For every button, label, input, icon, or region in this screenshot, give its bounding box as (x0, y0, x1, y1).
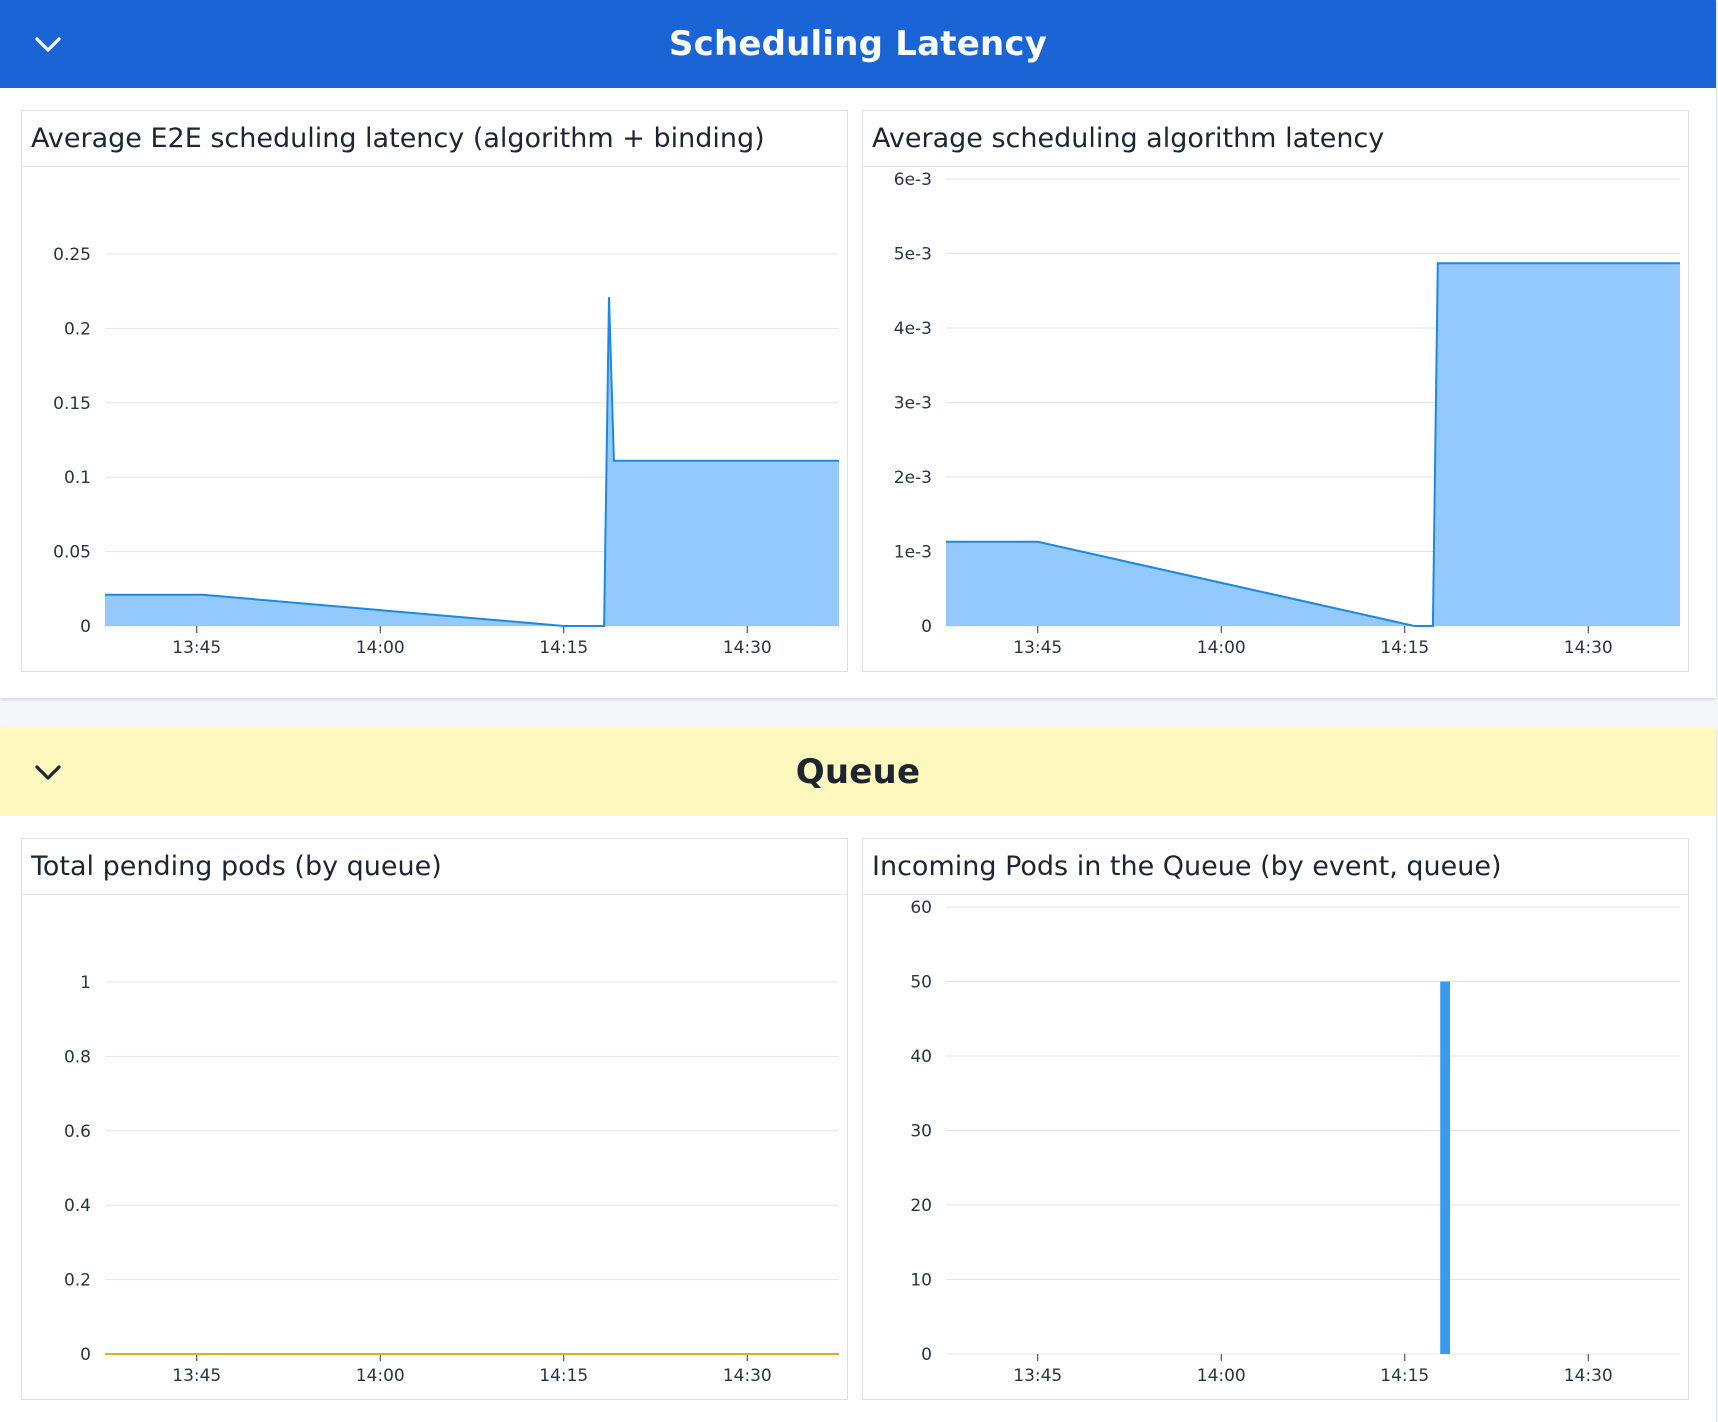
panel-header[interactable]: Total pending pods (by queue) (22, 839, 847, 895)
y-tick-label: 2e-3 (894, 468, 932, 488)
y-tick-label: 1 (80, 973, 91, 993)
x-tick-label: 14:00 (356, 1366, 405, 1386)
y-tick-label: 60 (910, 898, 932, 918)
section-queue: Queue Total pending pods (by queue) 0 0.2… (0, 728, 1716, 1422)
y-tick-label: 0 (80, 617, 91, 637)
panel-incoming-pods[interactable]: Incoming Pods in the Queue (by event, qu… (862, 838, 1689, 1400)
y-tick-label: 0.25 (53, 245, 91, 265)
y-tick-label: 0.8 (64, 1047, 91, 1067)
y-tick-label: 0.6 (64, 1122, 91, 1142)
bar (1440, 981, 1451, 1354)
section-title: Scheduling Latency (668, 24, 1048, 64)
x-tick-label: 14:15 (1380, 638, 1429, 658)
panel-e2e-latency[interactable]: Average E2E scheduling latency (algorith… (21, 110, 848, 672)
chart-e2e-latency[interactable]: 0 0.05 0.1 0.15 0.2 0.25 13:45 14:00 14:15 14:30 (22, 167, 847, 671)
panel-algorithm-latency[interactable]: Average scheduling algorithm latency 0 1e… (862, 110, 1689, 672)
series-area (946, 263, 1680, 626)
chevron-down-icon[interactable] (30, 754, 66, 790)
section-title: Queue (795, 752, 921, 792)
x-tick-label: 13:45 (172, 638, 221, 658)
panel-title: Average scheduling algorithm latency (872, 123, 1385, 154)
y-tick-label: 30 (910, 1122, 932, 1142)
x-tick-label: 13:45 (1013, 1366, 1062, 1386)
x-tick-label: 14:15 (539, 638, 588, 658)
y-tick-label: 10 (910, 1271, 932, 1291)
y-tick-label: 0 (921, 617, 932, 637)
y-tick-label: 0.15 (53, 394, 91, 414)
y-tick-label: 0 (921, 1345, 932, 1365)
y-tick-label: 40 (910, 1047, 932, 1067)
x-tick-label: 14:30 (723, 1366, 772, 1386)
section-header[interactable]: Scheduling Latency (0, 0, 1716, 88)
x-tick-label: 14:30 (1564, 638, 1613, 658)
panel-pending-pods[interactable]: Total pending pods (by queue) 0 0.2 0.4 0.6… (21, 838, 848, 1400)
x-tick-label: 14:15 (539, 1366, 588, 1386)
chevron-down-icon[interactable] (30, 26, 66, 62)
chart-incoming-pods[interactable]: 0 10 20 30 40 50 60 13:45 14:00 14:15 14:30 (863, 895, 1688, 1399)
y-tick-label: 0.2 (64, 1271, 91, 1291)
y-tick-label: 6e-3 (894, 170, 932, 190)
x-tick-label: 14:00 (1197, 1366, 1246, 1386)
section-scheduling-latency: Scheduling Latency Average E2E schedulin… (0, 0, 1716, 698)
y-tick-label: 20 (910, 1196, 932, 1216)
x-tick-label: 14:30 (1564, 1366, 1613, 1386)
y-tick-label: 3e-3 (894, 394, 932, 414)
chart-algorithm-latency[interactable]: 0 1e-3 2e-3 3e-3 4e-3 5e-3 6e-3 13:45 14:00 14:15… (863, 167, 1688, 671)
panel-title: Total pending pods (by queue) (31, 851, 442, 882)
y-tick-label: 5e-3 (894, 245, 932, 265)
y-tick-label: 4e-3 (894, 319, 932, 339)
y-tick-label: 0.4 (64, 1196, 91, 1216)
y-tick-label: 50 (910, 973, 932, 993)
y-tick-label: 0.05 (53, 543, 91, 563)
x-tick-label: 13:45 (172, 1366, 221, 1386)
panel-header[interactable]: Average scheduling algorithm latency (863, 111, 1688, 167)
y-tick-label: 1e-3 (894, 543, 932, 563)
panel-header[interactable]: Average E2E scheduling latency (algorith… (22, 111, 847, 167)
x-tick-label: 13:45 (1013, 638, 1062, 658)
panel-title: Average E2E scheduling latency (algorith… (31, 123, 765, 154)
panel-title: Incoming Pods in the Queue (by event, qu… (872, 851, 1502, 882)
x-tick-label: 14:00 (1197, 638, 1246, 658)
y-tick-label: 0 (80, 1345, 91, 1365)
y-tick-label: 0.1 (64, 468, 91, 488)
y-tick-label: 0.2 (64, 319, 91, 339)
x-tick-label: 14:30 (723, 638, 772, 658)
x-tick-label: 14:00 (356, 638, 405, 658)
chart-pending-pods[interactable]: 0 0.2 0.4 0.6 0.8 1 13:45 14:00 14:15 14:30 (22, 895, 847, 1399)
section-header[interactable]: Queue (0, 728, 1716, 816)
panel-header[interactable]: Incoming Pods in the Queue (by event, qu… (863, 839, 1688, 895)
x-tick-label: 14:15 (1380, 1366, 1429, 1386)
